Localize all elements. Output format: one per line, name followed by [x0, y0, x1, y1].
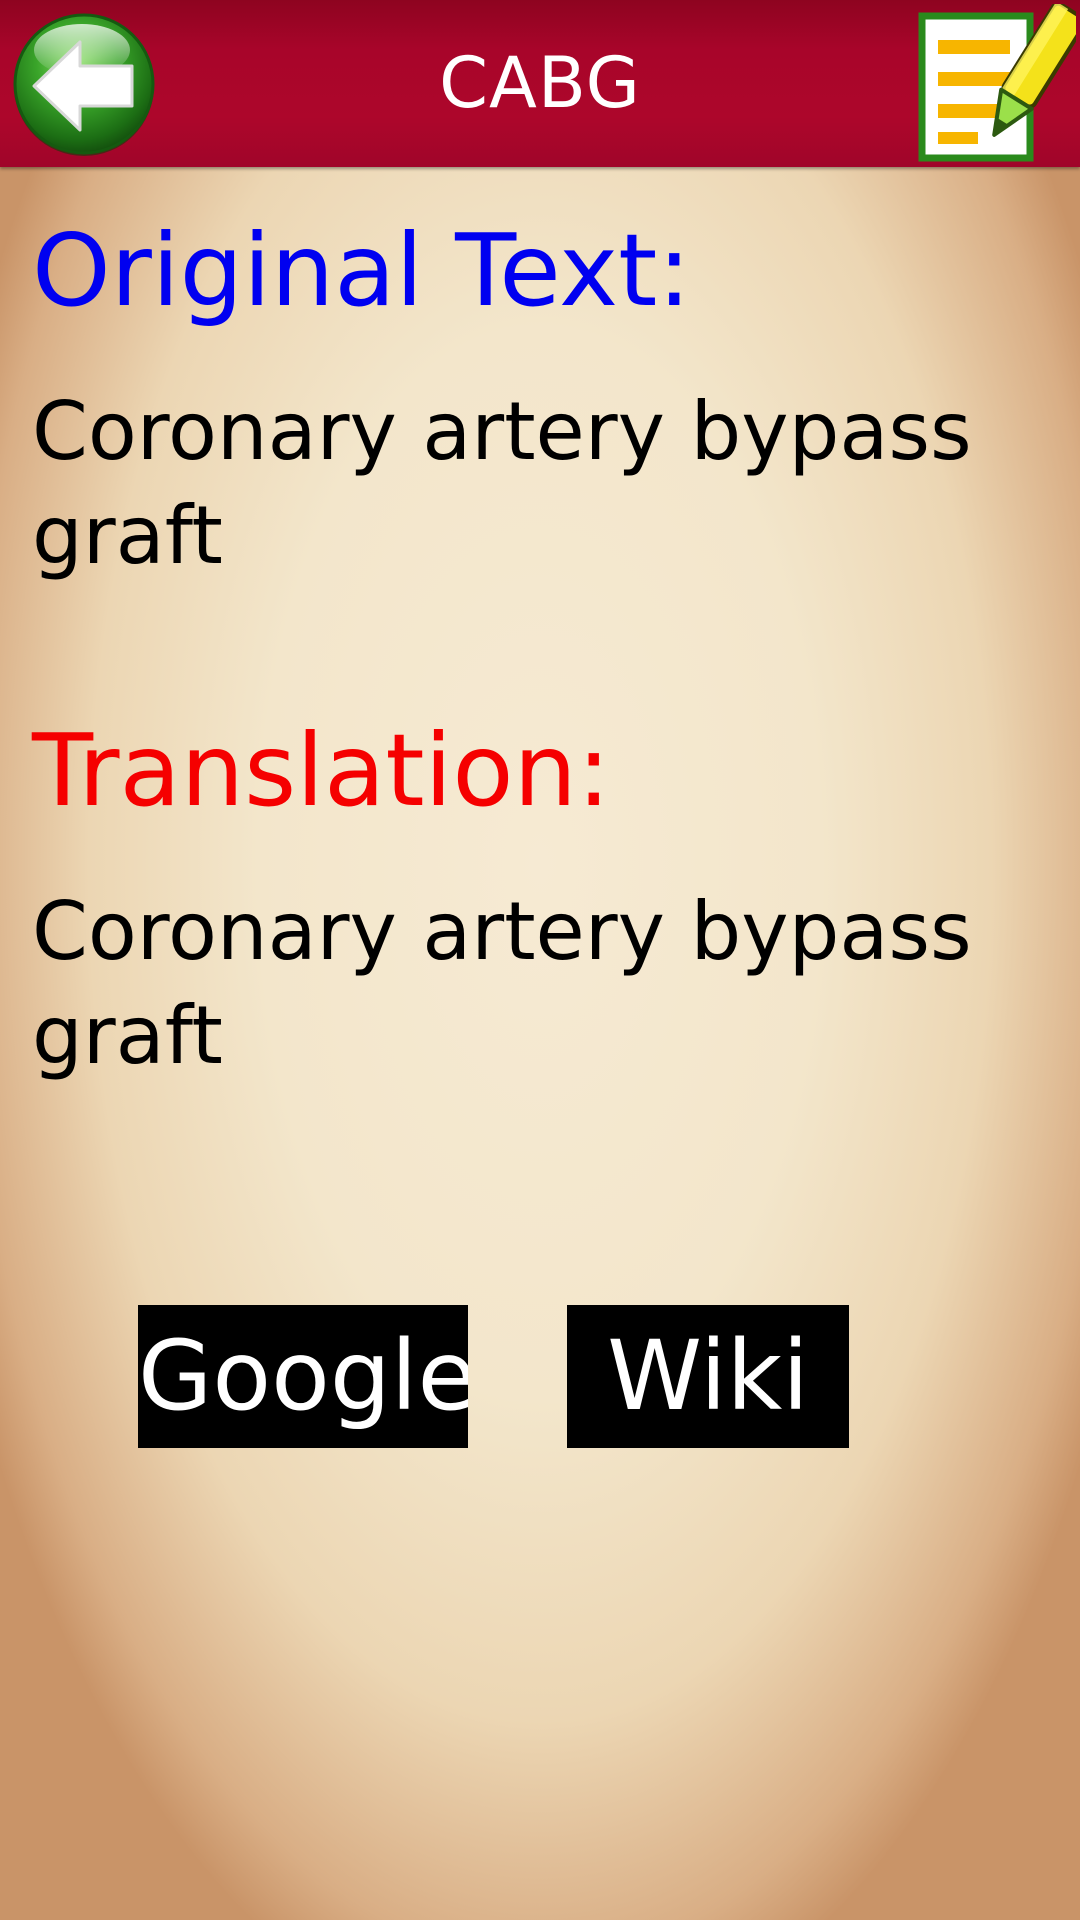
back-arrow-icon: [13, 13, 155, 156]
notes-button[interactable]: [916, 1, 1080, 164]
wiki-button[interactable]: Wiki: [567, 1305, 849, 1448]
original-text-body: Coronary artery bypass graft: [32, 385, 972, 582]
app-header: CABG: [0, 0, 1080, 167]
original-text-heading: Original Text:: [32, 212, 692, 329]
notepad-pencil-icon: [918, 1, 1080, 162]
google-button[interactable]: Google: [138, 1305, 468, 1448]
back-button[interactable]: [10, 10, 158, 158]
translation-heading: Translation:: [32, 712, 611, 829]
translation-body: Coronary artery bypass graft: [32, 885, 972, 1082]
